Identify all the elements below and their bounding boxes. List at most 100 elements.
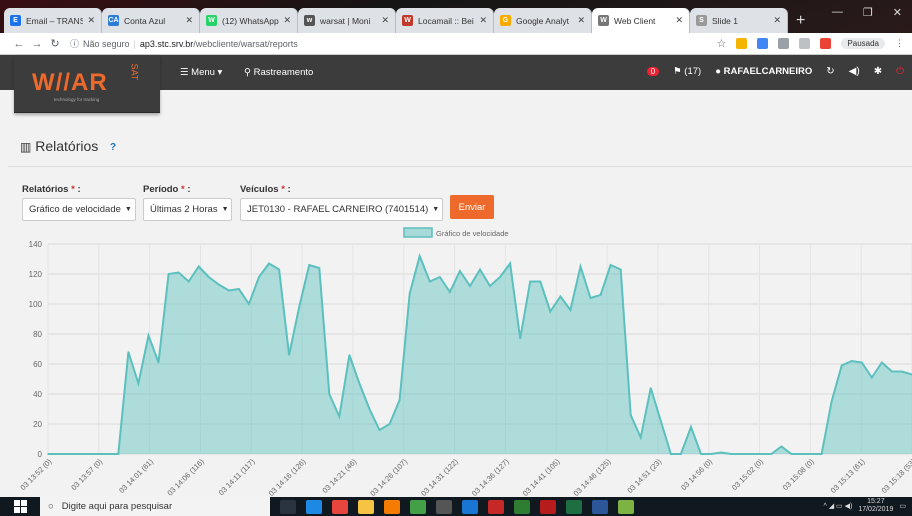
tab-close-icon[interactable]: ✕ bbox=[773, 15, 781, 26]
relatorios-select[interactable]: Gráfico de velocidade ▼ bbox=[22, 198, 136, 221]
browser-tab[interactable]: W (12) WhatsApp ✕ bbox=[200, 8, 298, 33]
tab-title: warsat | Moni bbox=[320, 15, 371, 26]
app-icon[interactable] bbox=[618, 499, 634, 514]
clock[interactable]: 15:27 17/02/2019 bbox=[858, 498, 893, 514]
y-tick-label: 60 bbox=[33, 360, 42, 369]
y-tick-label: 100 bbox=[29, 300, 43, 309]
browser-tab[interactable]: G Google Analyt ✕ bbox=[494, 8, 592, 33]
tab-close-icon[interactable]: ✕ bbox=[283, 15, 291, 26]
app-icon[interactable] bbox=[514, 499, 530, 514]
alert-badge[interactable]: 0 bbox=[646, 67, 660, 76]
tab-favicon-icon: W bbox=[598, 15, 609, 26]
browser-tab[interactable]: w warsat | Moni ✕ bbox=[298, 8, 396, 33]
app-icon[interactable] bbox=[384, 499, 400, 514]
reload-icon[interactable]: ↻ bbox=[46, 37, 64, 50]
browser-tab[interactable]: W Web Client ✕ bbox=[592, 8, 690, 33]
help-icon[interactable]: ? bbox=[110, 142, 116, 153]
label-colon: : bbox=[77, 184, 81, 195]
enviar-button[interactable]: Enviar bbox=[450, 195, 494, 219]
y-tick-label: 120 bbox=[29, 270, 43, 279]
periodo-select[interactable]: Últimas 2 Horas ▼ bbox=[143, 198, 232, 221]
browser-tab-bar: E Email – TRANS ✕ CA Conta Azul ✕ W (12) WhatsA… bbox=[0, 0, 912, 33]
flag-counter[interactable]: ⚑ (17) bbox=[673, 66, 701, 77]
new-tab-icon[interactable]: + bbox=[796, 8, 805, 33]
user-menu[interactable]: ● RAFAELCARNEIRO bbox=[715, 66, 812, 77]
app-logo[interactable]: W//AR SAT technology for tracking bbox=[14, 55, 160, 113]
task-view-icon[interactable] bbox=[280, 499, 296, 514]
taskbar-apps bbox=[280, 499, 634, 514]
settings-gear-icon[interactable]: ✱ bbox=[874, 66, 882, 77]
bookmark-star-icon[interactable]: ☆ bbox=[717, 37, 727, 50]
word-icon[interactable] bbox=[592, 499, 608, 514]
required-mark: * bbox=[181, 184, 185, 195]
data-point bbox=[629, 414, 632, 416]
rastreamento-link[interactable]: ⚲ Rastreamento bbox=[244, 67, 313, 78]
browser-tab[interactable]: CA Conta Azul ✕ bbox=[102, 8, 200, 33]
app-icon[interactable] bbox=[488, 499, 504, 514]
forward-icon[interactable]: → bbox=[28, 38, 46, 50]
tab-close-icon[interactable]: ✕ bbox=[381, 15, 389, 26]
data-point bbox=[881, 361, 883, 364]
explorer-icon[interactable] bbox=[358, 499, 374, 514]
required-mark: * bbox=[281, 184, 285, 195]
refresh-icon[interactable]: ↻ bbox=[826, 66, 834, 77]
taskbar-search[interactable]: ○ Digite aqui para pesquisar bbox=[40, 497, 270, 516]
data-point bbox=[157, 361, 160, 364]
app-icon[interactable] bbox=[410, 499, 426, 514]
caret-down-icon: ▼ bbox=[221, 206, 229, 213]
menu-kebab-icon[interactable]: ⋮ bbox=[895, 38, 904, 49]
profile-paused-badge[interactable]: Pausada bbox=[841, 38, 885, 49]
x-tick-label: 03 13:52 (0) bbox=[18, 457, 53, 492]
veiculos-select[interactable]: JET0130 - RAFAEL CARNEIRO (7401514) ▼ bbox=[240, 198, 443, 221]
power-icon[interactable]: ⏻ bbox=[896, 66, 904, 77]
edge-icon[interactable] bbox=[306, 499, 322, 514]
y-tick-label: 140 bbox=[29, 240, 43, 249]
minimize-icon[interactable]: — bbox=[832, 6, 843, 19]
logo-text: W//AR bbox=[32, 69, 108, 96]
close-window-icon[interactable]: ✕ bbox=[893, 6, 902, 19]
chrome-icon[interactable] bbox=[332, 499, 348, 514]
data-point bbox=[861, 361, 863, 364]
tab-favicon-icon: w bbox=[304, 15, 315, 26]
extension-icon[interactable] bbox=[736, 38, 748, 49]
data-point bbox=[449, 291, 451, 293]
data-point bbox=[338, 415, 341, 418]
extension-icon[interactable] bbox=[778, 38, 790, 49]
veiculos-field: Veículos * : JET0130 - RAFAEL CARNEIRO (… bbox=[240, 184, 443, 221]
tab-close-icon[interactable]: ✕ bbox=[479, 15, 487, 26]
back-icon[interactable]: ← bbox=[10, 38, 28, 50]
chart-icon: ▥ bbox=[20, 140, 32, 154]
address-bar: ← → ↻ ⓘ Não seguro | ap3.stc.srv.br/webc… bbox=[0, 33, 912, 55]
volume-icon[interactable]: ◀) bbox=[849, 66, 860, 77]
extension-icon[interactable] bbox=[820, 38, 832, 49]
tab-close-icon[interactable]: ✕ bbox=[87, 15, 95, 26]
browser-tab[interactable]: W Locamail :: Bei ✕ bbox=[396, 8, 494, 33]
browser-tab[interactable]: E Email – TRANS ✕ bbox=[4, 8, 102, 33]
notifications-icon[interactable]: ▭ bbox=[899, 502, 906, 510]
app-icon[interactable] bbox=[462, 499, 478, 514]
data-point bbox=[810, 453, 813, 455]
browser-tab[interactable]: S Slide 1 ✕ bbox=[690, 8, 788, 33]
data-point bbox=[790, 453, 793, 455]
tab-favicon-icon: CA bbox=[108, 15, 119, 26]
restore-icon[interactable]: ❐ bbox=[863, 6, 873, 19]
tab-close-icon[interactable]: ✕ bbox=[675, 15, 683, 26]
x-tick-label: 03 14:26 (107) bbox=[368, 457, 409, 497]
url-field[interactable]: ⓘ Não seguro | ap3.stc.srv.br/webcliente… bbox=[70, 37, 298, 50]
y-tick-label: 80 bbox=[33, 330, 42, 339]
windows-start-icon[interactable] bbox=[14, 499, 28, 514]
data-point bbox=[318, 267, 321, 269]
tray-icons[interactable]: ^ ◢ ▭ ◀) bbox=[823, 502, 852, 510]
excel-icon[interactable] bbox=[566, 499, 582, 514]
x-tick-label: 03 14:51 (23) bbox=[625, 457, 663, 495]
extension-icon[interactable] bbox=[799, 38, 811, 49]
data-point bbox=[228, 289, 230, 292]
calculator-icon[interactable] bbox=[436, 499, 452, 514]
info-icon[interactable]: ⓘ bbox=[70, 37, 79, 50]
tab-title: Email – TRANS bbox=[26, 15, 84, 26]
app-icon[interactable] bbox=[540, 499, 556, 514]
menu-button[interactable]: ☰ Menu ▾ bbox=[180, 67, 222, 78]
tab-close-icon[interactable]: ✕ bbox=[577, 15, 585, 26]
tab-close-icon[interactable]: ✕ bbox=[185, 15, 193, 26]
extension-icon[interactable] bbox=[757, 38, 769, 49]
